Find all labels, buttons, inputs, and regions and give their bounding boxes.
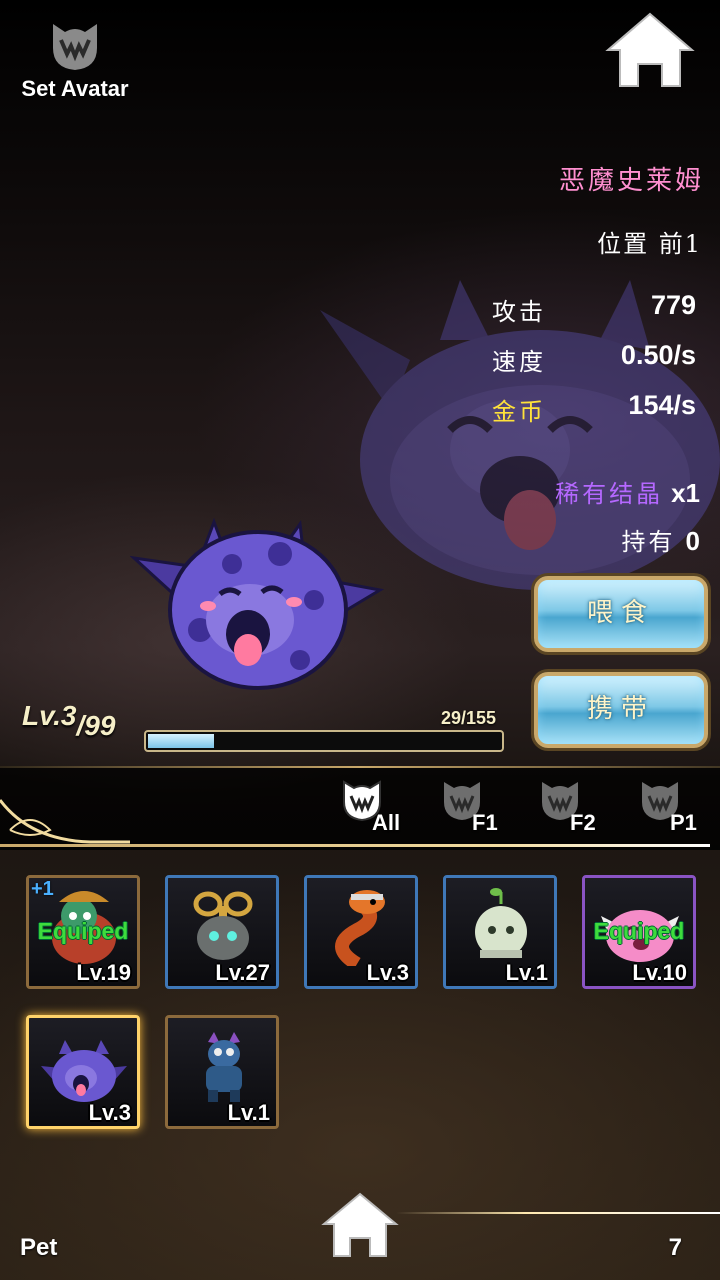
rare-crystal-label: 稀有结晶 <box>555 480 664 508</box>
sprout-bulb-pet-icon <box>475 888 527 958</box>
equipped-badge: Equiped <box>593 918 685 944</box>
level-max: /99 <box>76 710 116 741</box>
set-avatar-label: Set Avatar <box>21 76 129 101</box>
exp-bar <box>144 730 504 752</box>
gold-value: 154/s <box>628 390 696 420</box>
tab-p1[interactable]: P1 <box>638 778 718 838</box>
pet-card[interactable]: Equiped Lv.10 <box>582 875 696 989</box>
attack-label: 攻击 <box>492 298 546 326</box>
owned-label: 持有 <box>621 528 676 556</box>
owned-count: 持有 0 <box>622 522 700 557</box>
gold-label: 金币 <box>492 398 546 426</box>
bottom-pet-label: Pet <box>20 1234 58 1261</box>
home-icon[interactable] <box>320 1190 400 1260</box>
demon-slime-pet-icon <box>41 1040 127 1102</box>
rare-crystal-value: x1 <box>671 478 700 508</box>
pet-card-level: Lv.3 <box>88 1100 131 1125</box>
tab-f2[interactable]: F2 <box>538 778 618 838</box>
fire-serpent-pet-icon <box>335 890 385 966</box>
ornament-swirl-icon <box>0 799 130 844</box>
speed-label: 速度 <box>492 348 546 376</box>
feed-button[interactable]: 喂食 <box>534 576 708 652</box>
exp-text: 29/155 <box>440 708 496 728</box>
pet-card[interactable]: Lv.1 <box>165 1015 279 1129</box>
tab-all-label: All <box>372 810 401 835</box>
demon-slime-sprite <box>130 517 385 690</box>
attack-stat: 攻击 779 <box>492 290 696 326</box>
blue-goblin-pet-icon <box>206 1032 242 1102</box>
pet-card-level: Lv.3 <box>366 960 409 985</box>
tab-f1-label: F1 <box>472 810 498 835</box>
speed-value: 0.50/s <box>620 340 696 370</box>
pet-card-level: Lv.1 <box>505 960 548 985</box>
home-icon[interactable] <box>604 10 696 90</box>
exp-bar-fill <box>148 734 214 748</box>
rare-crystal: 稀有结晶 x1 <box>555 474 700 509</box>
pet-card[interactable]: Lv.27 <box>165 875 279 989</box>
pet-name: 恶魔史莱姆 <box>558 166 704 196</box>
pet-card[interactable]: Lv.3 <box>304 875 418 989</box>
pet-card[interactable]: +1 Equiped Lv.19 <box>26 875 140 989</box>
owned-value: 0 <box>685 526 700 556</box>
gold-stat: 金币 154/s <box>492 390 696 426</box>
pet-card-level: Lv.27 <box>215 960 270 985</box>
speed-stat: 速度 0.50/s <box>492 340 696 376</box>
equipped-badge: Equiped <box>37 918 129 944</box>
pet-card-level: Lv.1 <box>227 1100 270 1125</box>
tab-f1[interactable]: F1 <box>440 778 520 838</box>
pet-card-level: Lv.10 <box>632 960 687 985</box>
tab-f2-label: F2 <box>570 810 596 835</box>
carry-button[interactable]: 携带 <box>534 672 708 748</box>
pet-position: 位置 前1 <box>597 230 702 258</box>
guild-mask-icon <box>47 18 103 74</box>
divider <box>0 844 710 847</box>
pet-level: Lv.3/99 <box>22 700 115 741</box>
set-avatar-button[interactable]: Set Avatar <box>10 18 140 108</box>
pet-card-level: Lv.19 <box>76 960 131 985</box>
divider <box>396 1212 720 1214</box>
attack-value: 779 <box>650 290 696 320</box>
pet-screen: Set Avatar 恶魔史莱姆 位置 前1 攻击 779 速度 0.50/s … <box>0 0 720 1280</box>
windup-robot-pet-icon <box>193 891 253 960</box>
divider <box>0 766 720 768</box>
tab-p1-label: P1 <box>670 810 697 835</box>
upgrade-badge: +1 <box>31 878 54 900</box>
tab-all[interactable]: All <box>340 778 420 838</box>
pet-count: 7 <box>668 1234 682 1261</box>
pet-card-selected[interactable]: Lv.3 <box>26 1015 140 1129</box>
level-current: Lv.3 <box>22 700 77 731</box>
pet-card[interactable]: Lv.1 <box>443 875 557 989</box>
